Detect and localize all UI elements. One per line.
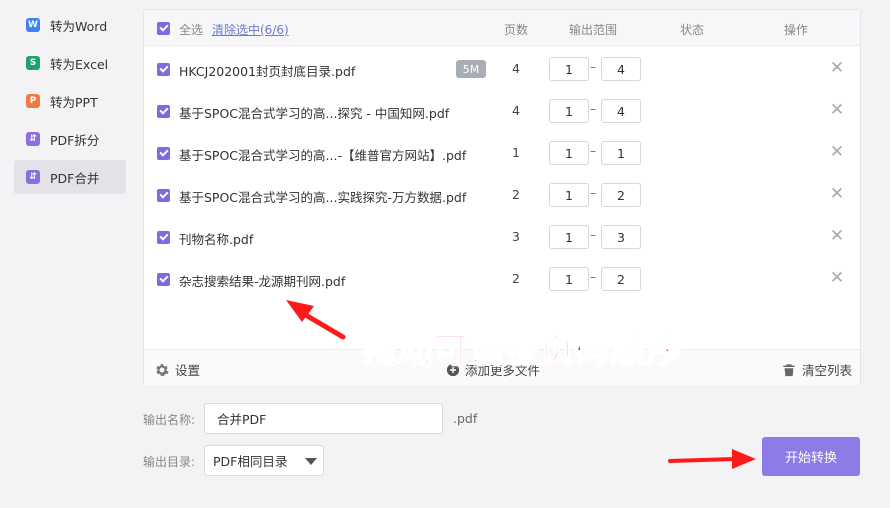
output-name-label: 输出名称: xyxy=(143,413,196,427)
close-icon[interactable]: ✕ xyxy=(828,100,846,120)
page-count: 4 xyxy=(512,103,520,118)
file-checkbox[interactable] xyxy=(157,231,170,244)
range-to-input[interactable]: 1 xyxy=(601,141,641,165)
sidebar-item-ppt[interactable]: P 转为PPT xyxy=(14,84,126,118)
range-from-input[interactable]: 1 xyxy=(549,57,589,81)
clear-selected-link[interactable]: 清除选中(6/6) xyxy=(212,21,289,38)
sidebar-item-label: 转为PPT xyxy=(50,94,98,110)
output-name-input[interactable] xyxy=(204,403,443,434)
file-name: 基于SPOC混合式学习的高...探究 - 中国知网.pdf xyxy=(179,106,450,121)
range-to-input[interactable]: 2 xyxy=(601,267,641,291)
drag-reorder-annotation: 拖动可调整页码顺序 xyxy=(361,330,682,372)
chevron-down-icon xyxy=(305,458,317,465)
file-checkbox[interactable] xyxy=(157,105,170,118)
table-row[interactable]: 基于SPOC混合式学习的高...实践探究-万方数据.pdf 2 1–2 ✕ xyxy=(144,174,860,216)
merge-icon: ⇵ xyxy=(26,170,40,184)
table-row[interactable]: 基于SPOC混合式学习的高...探究 - 中国知网.pdf 4 1–4 ✕ xyxy=(144,90,860,132)
settings-label: 设置 xyxy=(175,363,201,378)
column-status: 状态 xyxy=(680,23,705,37)
sidebar-item-merge[interactable]: ⇵ PDF合并 xyxy=(14,160,126,194)
clear-list-button[interactable]: 清空列表 xyxy=(782,360,852,379)
close-icon[interactable]: ✕ xyxy=(828,226,846,246)
sidebar: W 转为Word S 转为Excel P 转为PPT ⇵ PDF拆分 ⇵ PDF合并 xyxy=(0,0,140,508)
range-from-input[interactable]: 1 xyxy=(549,99,589,123)
range-from-input[interactable]: 1 xyxy=(549,225,589,249)
sidebar-item-label: 转为Word xyxy=(50,18,108,34)
file-name: 刊物名称.pdf xyxy=(179,232,254,247)
split-icon: ⇵ xyxy=(26,132,40,146)
output-dir-value: PDF相同目录 xyxy=(213,454,288,469)
file-name: 杂志搜索结果-龙源期刊网.pdf xyxy=(179,274,346,289)
file-checkbox[interactable] xyxy=(157,189,170,202)
sidebar-item-word[interactable]: W 转为Word xyxy=(14,8,126,42)
range-separator: – xyxy=(590,228,596,242)
range-separator: – xyxy=(590,102,596,116)
column-pages: 页数 xyxy=(504,23,529,37)
arrow-to-start-button-icon xyxy=(668,449,756,469)
range-separator: – xyxy=(590,144,596,158)
file-checkbox[interactable] xyxy=(157,273,170,286)
range-to-input[interactable]: 4 xyxy=(601,99,641,123)
output-dir-label: 输出目录: xyxy=(143,455,196,469)
page-count: 3 xyxy=(512,229,520,244)
table-row[interactable]: 杂志搜索结果-龙源期刊网.pdf 2 1–2 ✕ xyxy=(144,258,860,300)
sidebar-item-label: PDF合并 xyxy=(50,170,100,186)
close-icon[interactable]: ✕ xyxy=(828,268,846,288)
range-separator: – xyxy=(590,270,596,284)
trash-icon xyxy=(783,363,795,376)
close-icon[interactable]: ✕ xyxy=(828,184,846,204)
table-row[interactable]: 刊物名称.pdf 3 1–3 ✕ xyxy=(144,216,860,258)
select-all-label[interactable]: 全选 xyxy=(179,21,203,38)
sidebar-item-split[interactable]: ⇵ PDF拆分 xyxy=(14,122,126,156)
page-count: 2 xyxy=(512,187,520,202)
file-checkbox[interactable] xyxy=(157,147,170,160)
output-dir-select[interactable]: PDF相同目录 xyxy=(204,445,324,476)
table-row[interactable]: 基于SPOC混合式学习的高...-【维普官方网站】.pdf 1 1–1 ✕ xyxy=(144,132,860,174)
file-checkbox[interactable] xyxy=(157,63,170,76)
file-name: 基于SPOC混合式学习的高...-【维普官方网站】.pdf xyxy=(179,148,467,163)
range-separator: – xyxy=(590,60,596,74)
start-convert-button[interactable]: 开始转换 xyxy=(762,437,860,476)
sidebar-item-label: 转为Excel xyxy=(50,56,109,72)
range-to-input[interactable]: 3 xyxy=(601,225,641,249)
ppt-icon: P xyxy=(26,94,40,108)
file-name: 基于SPOC混合式学习的高...实践探究-万方数据.pdf xyxy=(179,190,467,205)
page-count: 4 xyxy=(512,61,520,76)
page-count: 2 xyxy=(512,271,520,286)
sidebar-item-label: PDF拆分 xyxy=(50,132,100,148)
output-extension: .pdf xyxy=(453,411,478,426)
clear-list-label: 清空列表 xyxy=(802,363,853,378)
settings-button[interactable]: 设置 xyxy=(155,360,200,379)
page-count: 1 xyxy=(512,145,520,160)
table-row[interactable]: HKCJ202001封页封底目录.pdf 5M 4 1–4 ✕ xyxy=(144,48,860,90)
range-to-input[interactable]: 2 xyxy=(601,183,641,207)
word-icon: W xyxy=(26,18,40,32)
range-to-input[interactable]: 4 xyxy=(601,57,641,81)
range-from-input[interactable]: 1 xyxy=(549,267,589,291)
column-action: 操作 xyxy=(784,23,809,37)
file-size-badge: 5M xyxy=(456,60,486,78)
close-icon[interactable]: ✕ xyxy=(828,58,846,78)
column-output-range: 输出范围 xyxy=(569,23,618,37)
file-name: HKCJ202001封页封底目录.pdf xyxy=(179,64,356,79)
file-list-header: 全选 清除选中(6/6) 页数 输出范围 状态 操作 xyxy=(144,10,860,46)
excel-icon: S xyxy=(26,56,40,70)
range-from-input[interactable]: 1 xyxy=(549,183,589,207)
range-separator: – xyxy=(590,186,596,200)
gear-icon xyxy=(156,363,169,376)
range-from-input[interactable]: 1 xyxy=(549,141,589,165)
select-all-checkbox[interactable] xyxy=(157,22,170,35)
sidebar-item-excel[interactable]: S 转为Excel xyxy=(14,46,126,80)
close-icon[interactable]: ✕ xyxy=(828,142,846,162)
